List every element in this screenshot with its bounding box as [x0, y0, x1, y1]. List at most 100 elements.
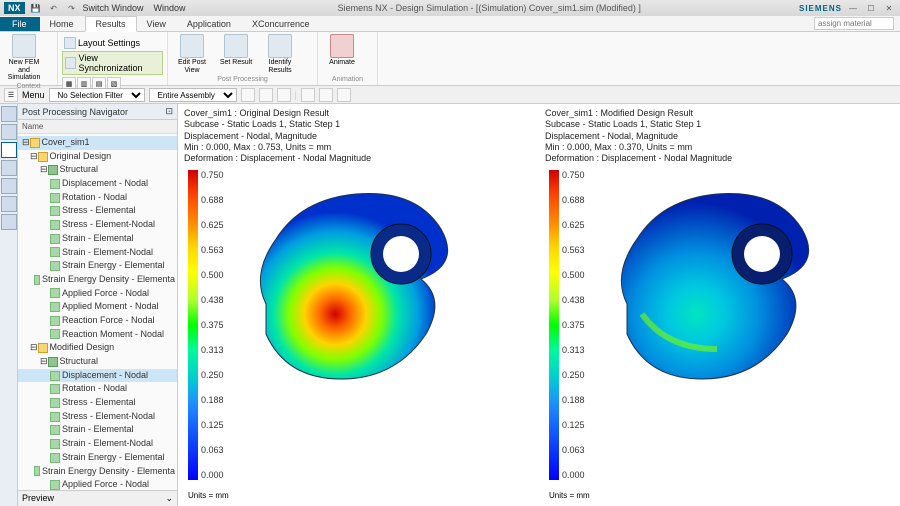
tree-structural[interactable]: ⊟ Structural	[18, 355, 177, 369]
options-menu-label[interactable]: Menu	[22, 90, 45, 100]
legend-tick: 0.313	[562, 345, 585, 355]
legend-tick: 0.750	[562, 170, 585, 180]
legend-tick: 0.563	[201, 245, 224, 255]
tree-result-item[interactable]: Reaction Moment - Nodal	[18, 328, 177, 342]
tree-result-item[interactable]: Rotation - Nodal	[18, 191, 177, 205]
qat-redo-icon[interactable]: ↷	[65, 2, 79, 14]
minimize-button[interactable]: —	[846, 2, 860, 14]
tree-result-item[interactable]: Strain Energy - Elemental	[18, 451, 177, 465]
layout-settings-icon	[64, 37, 76, 49]
tree-result-item[interactable]: Stress - Element-Nodal	[18, 410, 177, 424]
opt-btn-2[interactable]	[259, 88, 273, 102]
search-input[interactable]	[814, 17, 894, 30]
identify-results-icon	[268, 34, 292, 58]
tree-result-item[interactable]: Strain - Elemental	[18, 423, 177, 437]
ribbon-animate[interactable]: Animate	[322, 34, 362, 67]
opt-btn-3[interactable]	[277, 88, 291, 102]
document-title: [(Simulation) Cover_sim1.sim (Modified) …	[476, 3, 641, 13]
tree-result-item[interactable]: Applied Moment - Nodal	[18, 300, 177, 314]
ribbon-set-result[interactable]: Set Result	[216, 34, 256, 67]
tree-result-item[interactable]: Displacement - Nodal	[18, 369, 177, 383]
legend-tick: 0.500	[562, 270, 585, 280]
ribbon-identify-results[interactable]: Identify Results	[260, 34, 300, 74]
legend-tick: 0.625	[562, 220, 585, 230]
part-modified[interactable]	[607, 184, 827, 394]
result-icon	[50, 179, 60, 189]
legend-tick: 0.688	[562, 195, 585, 205]
opt-btn-6[interactable]	[337, 88, 351, 102]
navigator-preview-label[interactable]: Preview	[22, 493, 54, 504]
tree-result-item[interactable]: Strain - Elemental	[18, 232, 177, 246]
resource-post-icon[interactable]	[1, 142, 17, 158]
legend-tick: 0.188	[201, 395, 224, 405]
part-original[interactable]	[246, 184, 466, 394]
opt-btn-1[interactable]	[241, 88, 255, 102]
close-button[interactable]: ✕	[882, 2, 896, 14]
resource-hd3d-icon[interactable]	[1, 196, 17, 212]
navigator-tree[interactable]: ⊟ Cover_sim1 ⊟ Original Design ⊟ Structu…	[18, 134, 177, 490]
result-icon	[50, 371, 60, 381]
legend-tick: 0.438	[201, 295, 224, 305]
qat-save-icon[interactable]: 💾	[29, 2, 43, 14]
tree-result-item[interactable]: Reaction Force - Nodal	[18, 314, 177, 328]
legend-tick: 0.125	[201, 420, 224, 430]
tree-result-item[interactable]: Stress - Elemental	[18, 396, 177, 410]
window-menu[interactable]: Window	[154, 3, 186, 13]
tree-result-item[interactable]: Applied Force - Nodal	[18, 478, 177, 490]
opt-btn-4[interactable]	[301, 88, 315, 102]
resource-browser-icon[interactable]	[1, 214, 17, 230]
color-legend-left: 0.7500.6880.6250.5630.5000.4380.3750.313…	[188, 170, 232, 480]
tree-result-item[interactable]: Rotation - Nodal	[18, 382, 177, 396]
result-icon	[50, 453, 60, 463]
tree-root[interactable]: ⊟ Cover_sim1	[18, 136, 177, 150]
tree-original-design[interactable]: ⊟ Original Design	[18, 150, 177, 164]
tree-result-item[interactable]: Stress - Element-Nodal	[18, 218, 177, 232]
result-pane-modified[interactable]: Cover_sim1 : Modified Design Result Subc…	[539, 104, 900, 506]
titlebar: NX 💾 ↶ ↷ Switch Window Window Siemens NX…	[0, 0, 900, 16]
selection-filter-dropdown[interactable]: No Selection Filter	[49, 88, 145, 102]
resource-history-icon[interactable]	[1, 160, 17, 176]
resource-nav-icon[interactable]	[1, 106, 17, 122]
assembly-scope-dropdown[interactable]: Entire Assembly	[149, 88, 237, 102]
opt-btn-5[interactable]	[319, 88, 333, 102]
result-icon	[50, 220, 60, 230]
ribbon-layout-settings[interactable]: Layout Settings	[62, 36, 163, 50]
tree-result-item[interactable]: Applied Force - Nodal	[18, 287, 177, 301]
ribbon-edit-post-view[interactable]: Edit Post View	[172, 34, 212, 74]
tree-result-item[interactable]: Displacement - Nodal	[18, 177, 177, 191]
ribbon-view-sync[interactable]: View Synchronization	[62, 51, 163, 75]
tree-result-item[interactable]: Strain - Element-Nodal	[18, 437, 177, 451]
tree-structural[interactable]: ⊟ Structural	[18, 163, 177, 177]
tree-result-item[interactable]: Strain Energy Density - Elementa	[18, 465, 177, 479]
units-label-left: Units = mm	[188, 491, 229, 500]
resource-sim-icon[interactable]	[1, 124, 17, 140]
ribbon-new-fem[interactable]: New FEM and Simulation	[4, 34, 44, 82]
tree-result-item[interactable]: Stress - Elemental	[18, 204, 177, 218]
tree-modified-design[interactable]: ⊟ Modified Design	[18, 341, 177, 355]
results-viewport[interactable]: Cover_sim1 : Original Design Result Subc…	[178, 104, 900, 506]
tree-result-item[interactable]: Strain Energy Density - Elementa	[18, 273, 177, 287]
tab-results[interactable]: Results	[85, 16, 137, 32]
menu-icon[interactable]: ☰	[4, 88, 18, 102]
set-result-icon	[224, 34, 248, 58]
tab-home[interactable]: Home	[40, 17, 85, 31]
tab-file[interactable]: File	[0, 17, 40, 31]
legend-tick: 0.063	[562, 445, 585, 455]
result-pane-original[interactable]: Cover_sim1 : Original Design Result Subc…	[178, 104, 539, 506]
switch-window-menu[interactable]: Switch Window	[83, 3, 144, 13]
maximize-button[interactable]: ☐	[864, 2, 878, 14]
tree-result-item[interactable]: Strain - Element-Nodal	[18, 246, 177, 260]
tab-xconcurrence[interactable]: XConcurrence	[242, 17, 321, 31]
options-bar: ☰ Menu No Selection Filter Entire Assemb…	[0, 86, 900, 104]
resource-roles-icon[interactable]	[1, 178, 17, 194]
tab-application[interactable]: Application	[177, 17, 242, 31]
navigator-pin-icon[interactable]: ⊡	[165, 106, 173, 117]
tree-result-item[interactable]: Strain Energy - Elemental	[18, 259, 177, 273]
result-icon	[34, 466, 40, 476]
qat-undo-icon[interactable]: ↶	[47, 2, 61, 14]
legend-tick: 0.625	[201, 220, 224, 230]
tab-view[interactable]: View	[137, 17, 177, 31]
chevron-down-icon[interactable]: ⌄	[165, 493, 173, 504]
navigator-column-name[interactable]: Name	[18, 120, 177, 134]
app-title: Siemens NX - Design Simulation	[338, 3, 469, 13]
